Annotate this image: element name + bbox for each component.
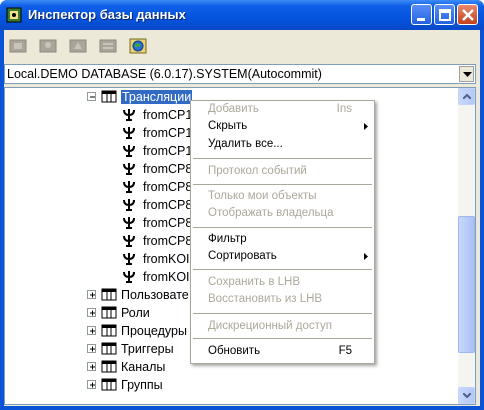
tree-leaf-label: fromCP8 <box>143 198 193 212</box>
psi-icon <box>123 199 135 211</box>
menu-separator <box>193 338 372 339</box>
tree-node-label: Роли <box>121 306 150 320</box>
menu-separator <box>193 227 372 228</box>
menu-item-delete-all[interactable]: Удалить все... <box>191 136 374 154</box>
table-folder-icon <box>101 324 117 337</box>
menu-item-discretionary-access[interactable]: Дискреционный доступ <box>191 318 374 336</box>
object-list-icon[interactable] <box>96 35 120 57</box>
tree-leaf-label: fromKOI <box>143 270 190 284</box>
expand-icon[interactable] <box>87 308 96 317</box>
menu-item-sort[interactable]: Сортировать <box>191 248 374 266</box>
psi-icon <box>123 235 135 247</box>
tree-leaf-label: fromCP1 <box>143 144 193 158</box>
menu-item-add[interactable]: Добавить Ins <box>191 101 374 119</box>
menu-item-filter[interactable]: Фильтр <box>191 231 374 249</box>
minimize-icon <box>417 18 425 21</box>
tree-node-label: Трансляции <box>121 90 193 104</box>
submenu-arrow-icon <box>364 253 368 260</box>
expand-icon[interactable] <box>87 380 96 389</box>
table-folder-icon <box>101 360 117 373</box>
user-icon[interactable] <box>36 35 60 57</box>
title-bar[interactable]: Инспектор базы данных <box>0 0 484 30</box>
expand-icon[interactable] <box>87 344 96 353</box>
psi-icon <box>123 217 135 229</box>
database-dropdown-button[interactable] <box>459 66 474 82</box>
maximize-button[interactable] <box>434 4 455 25</box>
menu-item-event-log[interactable]: Протокол событий <box>191 163 374 181</box>
context-menu: Добавить Ins Скрыть Удалить все... Прото… <box>190 100 375 364</box>
tree-leaf-label: fromCP8 <box>143 162 193 176</box>
chevron-up-icon <box>463 94 471 99</box>
db-globe-icon[interactable] <box>126 35 150 57</box>
tree-leaf-label: fromCP1 <box>143 108 193 122</box>
minimize-button[interactable] <box>411 4 432 25</box>
menu-item-save-lhb[interactable]: Сохранить в LHB <box>191 274 374 292</box>
psi-icon <box>123 109 135 121</box>
close-icon <box>462 9 474 21</box>
scroll-down-button[interactable] <box>458 387 475 404</box>
scroll-up-button[interactable] <box>458 88 475 105</box>
menu-item-refresh[interactable]: Обновить F5 <box>191 343 374 361</box>
table-folder-icon <box>101 288 117 301</box>
notify-icon[interactable] <box>66 35 90 57</box>
submenu-arrow-icon <box>364 123 368 130</box>
tree-leaf-label: fromCP1 <box>143 126 193 140</box>
menu-item-show-owner[interactable]: Отображать владельца <box>191 205 374 223</box>
table-folder-icon <box>101 342 117 355</box>
psi-icon <box>123 145 135 157</box>
tree-node-label: Процедуры <box>121 324 187 338</box>
psi-icon <box>123 271 135 283</box>
window-title: Инспектор базы данных <box>28 7 186 22</box>
menu-item-restore-lhb[interactable]: Восстановить из LHB <box>191 291 374 309</box>
menu-item-my-objects-only[interactable]: Только мои объекты <box>191 188 374 206</box>
expand-icon[interactable] <box>87 362 96 371</box>
psi-icon <box>123 127 135 139</box>
table-folder-icon <box>101 90 117 103</box>
close-button[interactable] <box>457 4 478 25</box>
tree-leaf-label: fromCP8 <box>143 234 193 248</box>
tree-leaf-label: fromCP8 <box>143 180 193 194</box>
tree-node-label: Группы <box>121 378 163 392</box>
toolbar <box>4 32 480 60</box>
database-selector[interactable]: Local.DEMO DATABASE (6.0.17).SYSTEM(Auto… <box>4 64 476 84</box>
psi-icon <box>123 163 135 175</box>
scroll-thumb[interactable] <box>458 216 475 353</box>
table-folder-icon <box>101 306 117 319</box>
menu-separator <box>193 269 372 270</box>
tree-node-label: Пользовате <box>121 288 189 302</box>
maximize-icon <box>439 9 451 21</box>
menu-separator <box>193 158 372 159</box>
expand-icon[interactable] <box>87 326 96 335</box>
menu-separator <box>193 184 372 185</box>
new-object-icon[interactable] <box>6 35 30 57</box>
tree-node-label: Триггеры <box>121 342 174 356</box>
tree-leaf-label: fromCP8 <box>143 216 193 230</box>
app-icon <box>6 7 22 23</box>
table-folder-icon <box>101 378 117 391</box>
collapse-icon[interactable] <box>87 92 96 101</box>
chevron-down-icon <box>463 393 471 398</box>
psi-icon <box>123 253 135 265</box>
tree-leaf-label: fromKOI <box>143 252 190 266</box>
expand-icon[interactable] <box>87 290 96 299</box>
tree-node-label: Каналы <box>121 360 166 374</box>
psi-icon <box>123 181 135 193</box>
database-selector-value: Local.DEMO DATABASE (6.0.17).SYSTEM(Auto… <box>7 67 322 81</box>
menu-item-hide[interactable]: Скрыть <box>191 118 374 136</box>
chevron-down-icon <box>463 72 472 77</box>
menu-separator <box>193 313 372 314</box>
vertical-scrollbar[interactable] <box>458 88 475 404</box>
tree-node-groups[interactable]: Группы <box>87 376 287 394</box>
